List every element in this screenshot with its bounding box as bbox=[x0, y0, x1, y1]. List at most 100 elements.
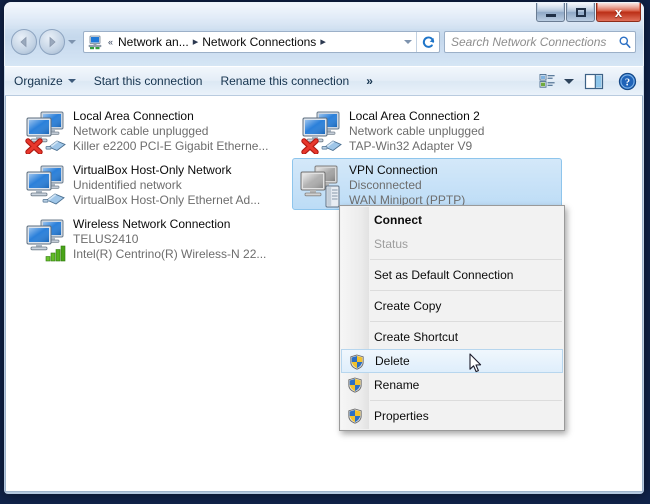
signal-bars-icon bbox=[45, 245, 66, 262]
start-connection-button[interactable]: Start this connection bbox=[85, 70, 212, 92]
organize-button[interactable]: Organize bbox=[5, 70, 85, 92]
context-menu[interactable]: Connect Status Set as Default Connection… bbox=[339, 205, 565, 431]
help-button[interactable]: ? bbox=[611, 69, 643, 93]
lan-adapter-icon bbox=[297, 108, 345, 155]
connection-status: Network cable unplugged bbox=[349, 124, 485, 138]
context-menu-item-status: Status bbox=[340, 232, 564, 256]
lan-adapter-icon bbox=[21, 162, 69, 208]
connection-tile-vpn-connection[interactable]: VPN Connection Disconnected WAN Miniport… bbox=[292, 158, 562, 210]
preview-pane-icon bbox=[584, 73, 604, 89]
change-view-button[interactable] bbox=[535, 69, 561, 93]
context-menu-separator bbox=[370, 400, 562, 401]
context-menu-label: Rename bbox=[374, 378, 420, 392]
start-connection-label: Start this connection bbox=[93, 74, 203, 88]
context-menu-label: Connect bbox=[374, 213, 422, 227]
breadcrumb-dropdown-button[interactable] bbox=[400, 32, 416, 52]
preview-pane-button[interactable] bbox=[577, 69, 611, 93]
breadcrumb-overflow[interactable]: « bbox=[105, 32, 116, 52]
chevron-down-icon bbox=[68, 40, 76, 44]
connection-name: VPN Connection bbox=[349, 163, 438, 177]
window-controls: x bbox=[535, 3, 641, 24]
context-menu-item-properties[interactable]: Properties bbox=[340, 404, 564, 428]
connection-text: VPN Connection Disconnected WAN Miniport… bbox=[349, 162, 465, 208]
connection-tile-wireless-network-connection[interactable]: Wireless Network Connection TELUS2410 In… bbox=[16, 212, 286, 264]
back-button[interactable] bbox=[11, 29, 37, 55]
refresh-button[interactable] bbox=[416, 32, 439, 52]
rj45-plug-icon bbox=[45, 140, 66, 152]
connection-tile-local-area-connection-2[interactable]: Local Area Connection 2 Network cable un… bbox=[292, 104, 562, 156]
connection-name: Local Area Connection bbox=[73, 109, 194, 123]
title-bar[interactable]: x bbox=[4, 2, 644, 24]
connection-tile-local-area-connection[interactable]: Local Area Connection Network cable unpl… bbox=[16, 104, 286, 156]
address-bar-row: « Network an... ▸ Network Connections ▸ … bbox=[4, 26, 644, 58]
context-menu-separator bbox=[370, 290, 562, 291]
minimize-icon bbox=[545, 14, 556, 17]
chevron-down-icon bbox=[404, 40, 412, 44]
connection-status: Network cable unplugged bbox=[73, 124, 209, 138]
breadcrumb-item-network-connections[interactable]: Network Connections bbox=[200, 32, 318, 52]
maximize-button[interactable] bbox=[566, 3, 595, 22]
connection-status: TELUS2410 bbox=[73, 232, 139, 246]
connection-status: Disconnected bbox=[349, 178, 422, 192]
close-button[interactable]: x bbox=[596, 3, 641, 22]
forward-arrow-icon bbox=[49, 36, 56, 48]
recent-pages-button[interactable] bbox=[66, 29, 78, 55]
chevron-down-icon bbox=[564, 78, 574, 84]
error-x-icon bbox=[301, 138, 319, 155]
connection-text: Local Area Connection 2 Network cable un… bbox=[349, 108, 484, 154]
search-icon[interactable] bbox=[615, 35, 635, 49]
connection-name: VirtualBox Host-Only Network bbox=[73, 163, 232, 177]
context-menu-label: Delete bbox=[375, 354, 410, 368]
command-toolbar: Organize Start this connection Rename th… bbox=[5, 66, 643, 96]
connection-adapter: Killer e2200 PCI-E Gigabit Etherne... bbox=[73, 139, 269, 153]
breadcrumb-separator-2[interactable]: ▸ bbox=[318, 32, 328, 52]
context-menu-item-create-copy[interactable]: Create Copy bbox=[340, 294, 564, 318]
context-menu-label: Set as Default Connection bbox=[374, 268, 514, 282]
context-menu-label: Create Shortcut bbox=[374, 330, 459, 344]
view-list-icon bbox=[539, 74, 555, 88]
help-icon: ? bbox=[618, 72, 636, 90]
breadcrumb-item-network[interactable]: Network an... bbox=[116, 32, 191, 52]
connection-adapter: TAP-Win32 Adapter V9 bbox=[349, 139, 473, 153]
rename-connection-button[interactable]: Rename this connection bbox=[211, 70, 358, 92]
connection-text: VirtualBox Host-Only Network Unidentifie… bbox=[73, 162, 260, 208]
maximize-icon bbox=[575, 7, 586, 17]
context-menu-item-create-shortcut[interactable]: Create Shortcut bbox=[340, 325, 564, 349]
forward-button[interactable] bbox=[39, 29, 65, 55]
context-menu-item-delete[interactable]: Delete bbox=[341, 349, 563, 373]
context-menu-label: Status bbox=[374, 237, 409, 251]
organize-label: Organize bbox=[14, 74, 63, 88]
connection-text: Wireless Network Connection TELUS2410 In… bbox=[73, 216, 266, 262]
context-menu-separator bbox=[370, 321, 562, 322]
connection-adapter: Intel(R) Centrino(R) Wireless-N 22... bbox=[73, 247, 267, 261]
breadcrumb[interactable]: « Network an... ▸ Network Connections ▸ bbox=[83, 31, 440, 53]
rename-connection-label: Rename this connection bbox=[220, 74, 350, 88]
connection-tile-virtualbox-host-only-network[interactable]: VirtualBox Host-Only Network Unidentifie… bbox=[16, 158, 286, 210]
search-placeholder: Search Network Connections bbox=[451, 35, 607, 49]
minimize-button[interactable] bbox=[536, 3, 565, 22]
breadcrumb-separator-1[interactable]: ▸ bbox=[191, 32, 201, 52]
svg-text:?: ? bbox=[624, 77, 629, 88]
context-menu-item-rename[interactable]: Rename bbox=[340, 373, 564, 397]
uac-shield-icon bbox=[347, 377, 363, 393]
lan-adapter-icon bbox=[21, 108, 69, 155]
context-menu-item-set-as-default-connection[interactable]: Set as Default Connection bbox=[340, 263, 564, 287]
back-arrow-icon bbox=[20, 36, 27, 48]
navigation-buttons bbox=[11, 29, 78, 55]
context-menu-separator bbox=[370, 259, 562, 260]
context-menu-item-connect[interactable]: Connect bbox=[340, 208, 564, 232]
uac-shield-icon bbox=[347, 408, 363, 424]
vpn-adapter-icon bbox=[297, 162, 345, 208]
toolbar-overflow-button[interactable]: » bbox=[358, 70, 381, 92]
connection-text: Local Area Connection Network cable unpl… bbox=[73, 108, 268, 154]
network-connections-window: x « Network an... ▸ Network Connections … bbox=[4, 2, 644, 494]
close-icon: x bbox=[614, 4, 623, 20]
search-input[interactable]: Search Network Connections bbox=[444, 31, 636, 53]
change-view-dropdown[interactable] bbox=[561, 69, 577, 93]
connection-adapter: VirtualBox Host-Only Ethernet Ad... bbox=[73, 193, 261, 207]
connection-name: Wireless Network Connection bbox=[73, 217, 231, 231]
context-menu-label: Properties bbox=[374, 409, 429, 423]
refresh-icon bbox=[422, 35, 434, 48]
connection-name: Local Area Connection 2 bbox=[349, 109, 480, 123]
context-menu-label: Create Copy bbox=[374, 299, 442, 313]
